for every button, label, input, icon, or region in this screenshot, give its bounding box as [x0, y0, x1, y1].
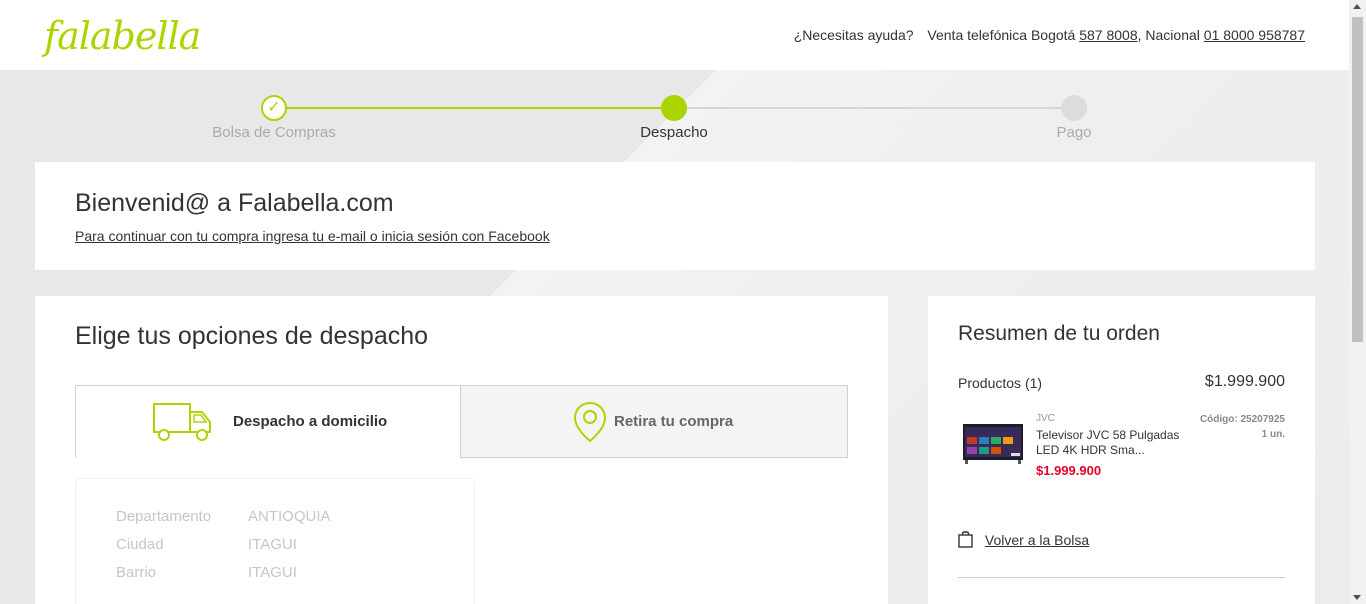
phone-prefix: Venta telefónica Bogotá — [927, 27, 1076, 43]
address-value: ITAGUI — [248, 536, 297, 553]
step-current-dot — [661, 95, 687, 121]
check-icon[interactable]: ✓ — [261, 95, 287, 121]
step-label-pago: Pago — [1056, 124, 1092, 141]
product-name[interactable]: Televisor JVC 58 Pulgadas LED 4K HDR Sma… — [1036, 428, 1184, 458]
back-to-bag-label: Volver a la Bolsa — [984, 532, 1090, 548]
product-code: Código: 25207925 — [1199, 414, 1285, 425]
address-key: Departamento — [116, 508, 212, 525]
summary-divider — [958, 577, 1285, 578]
summary-title: Resumen de tu orden — [958, 322, 1160, 345]
product-brand: JVC — [1036, 413, 1055, 424]
shipping-options-card: Elige tus opciones de despacho Despacho … — [35, 296, 888, 604]
truck-icon — [153, 403, 211, 441]
address-row-departamento: Departamento ANTIOQUIA — [116, 508, 331, 525]
scrollbar-thumb[interactable] — [1352, 17, 1363, 342]
step-label-bolsa[interactable]: Bolsa de Compras — [174, 124, 374, 141]
products-total: $1.999.900 — [1204, 373, 1285, 390]
step-label-despacho: Despacho — [640, 124, 708, 141]
address-key: Barrio — [116, 564, 157, 581]
shopping-bag-icon — [958, 531, 973, 548]
page-scrollbar[interactable] — [1349, 0, 1366, 604]
tab-home-delivery-label: Despacho a domicilio — [233, 413, 388, 430]
scroll-up-arrow-icon[interactable] — [1353, 4, 1361, 9]
scroll-down-arrow-icon[interactable] — [1353, 595, 1361, 600]
products-count: (1) — [1024, 375, 1043, 391]
national-prefix: , Nacional — [1137, 27, 1200, 43]
address-key: Ciudad — [116, 536, 164, 553]
phone-national-link[interactable]: 01 8000 958787 — [1204, 27, 1305, 43]
tab-pickup[interactable]: Retira tu compra — [461, 385, 848, 458]
product-price: $1.999.900 — [1036, 463, 1102, 478]
location-pin-icon — [573, 401, 607, 443]
products-label-text: Productos — [958, 375, 1022, 391]
back-to-bag-link[interactable]: Volver a la Bolsa — [958, 530, 1089, 548]
products-label: Productos (1) — [958, 375, 1042, 391]
step-pending-dot — [1061, 95, 1087, 121]
falabella-logo[interactable]: falabella — [44, 14, 201, 58]
login-link[interactable]: Para continuar con tu compra ingresa tu … — [75, 228, 550, 244]
address-value: ITAGUI — [248, 564, 297, 581]
step-connector-pending — [674, 107, 1074, 109]
product-thumbnail[interactable] — [961, 421, 1025, 467]
header: falabella ¿Necesitas ayuda? Venta telefó… — [0, 0, 1349, 70]
welcome-title: Bienvenid@ a Falabella.com — [75, 189, 394, 217]
address-row-ciudad: Ciudad ITAGUI — [116, 536, 297, 553]
order-summary-card: Resumen de tu orden Productos (1) $1.999… — [928, 296, 1315, 604]
address-box: Departamento ANTIOQUIA Ciudad ITAGUI Barri… — [75, 478, 475, 604]
checkout-stepper: ✓ Bolsa de Compras Despacho Pago — [0, 70, 1349, 162]
product-quantity: 1 un. — [1261, 429, 1285, 440]
welcome-card: Bienvenid@ a Falabella.com Para continua… — [35, 162, 1315, 270]
tab-home-delivery[interactable]: Despacho a domicilio — [75, 385, 461, 458]
help-question: ¿Necesitas ayuda? — [793, 27, 914, 43]
shipping-title: Elige tus opciones de despacho — [75, 322, 429, 350]
step-connector-done — [274, 107, 674, 109]
help-bar: ¿Necesitas ayuda? Venta telefónica Bogot… — [794, 27, 1305, 43]
address-row-barrio: Barrio ITAGUI — [116, 564, 297, 581]
tab-pickup-label: Retira tu compra — [614, 413, 734, 430]
phone-bogota-link[interactable]: 587 8008 — [1079, 27, 1137, 43]
address-value: ANTIOQUIA — [248, 508, 331, 525]
